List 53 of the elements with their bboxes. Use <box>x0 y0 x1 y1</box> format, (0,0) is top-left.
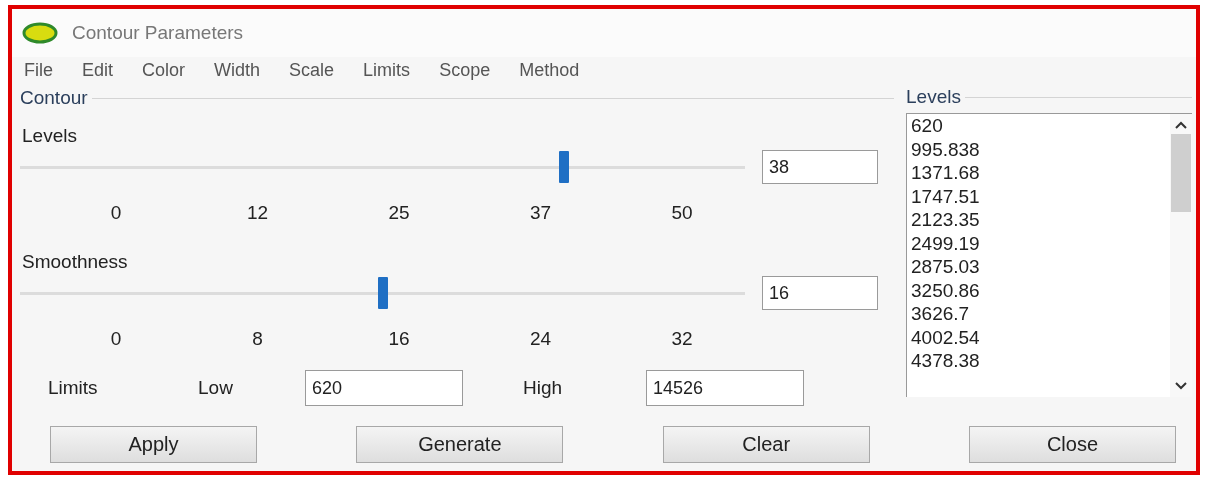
group-title: Contour <box>20 87 88 109</box>
tick-label: 16 <box>387 328 411 350</box>
list-item[interactable]: 1747.51 <box>911 184 1170 208</box>
list-item[interactable]: 2499.19 <box>911 231 1170 255</box>
slider-label: Levels <box>22 125 77 147</box>
menu-item[interactable]: Method <box>511 59 588 81</box>
list-item[interactable]: 3250.86 <box>911 278 1170 302</box>
list-item[interactable]: 4378.38 <box>911 349 1170 373</box>
value-field[interactable]: 38 <box>762 150 878 184</box>
slider-label: Smoothness <box>22 251 128 273</box>
list-item[interactable]: 2123.35 <box>911 208 1170 232</box>
group-title: Levels <box>906 86 961 108</box>
dialog-button[interactable]: Clear <box>662 426 870 463</box>
list-item[interactable]: 1371.68 <box>911 161 1170 185</box>
window-title: Contour Parameters <box>72 22 244 44</box>
tick-label: 8 <box>251 328 264 350</box>
menu-item[interactable]: Limits <box>355 59 419 81</box>
tick-label: 50 <box>670 202 694 224</box>
dialog-button[interactable]: Generate <box>356 426 564 463</box>
slider-track[interactable] <box>20 151 745 183</box>
menu-item[interactable]: Scope <box>431 59 499 81</box>
high-label: High <box>523 377 564 399</box>
menu-item[interactable]: Width <box>206 59 269 81</box>
value-field[interactable]: 16 <box>762 276 878 310</box>
limits-label: Limits <box>48 377 99 399</box>
list-item[interactable]: 620 <box>911 114 1170 138</box>
tick-label: 12 <box>245 202 270 224</box>
menu-item[interactable]: File <box>16 59 61 81</box>
scroll-thumb[interactable] <box>1171 134 1191 212</box>
list-item[interactable]: 4002.54 <box>911 325 1170 349</box>
menu-item[interactable]: Scale <box>281 59 343 81</box>
tick-label: 37 <box>528 202 553 224</box>
list-item[interactable]: 2875.03 <box>911 255 1170 279</box>
dialog-button[interactable]: Close <box>969 426 1176 463</box>
chevron-up-icon[interactable] <box>1174 120 1188 130</box>
low-field[interactable]: 620 <box>305 370 463 406</box>
menu-item[interactable]: Color <box>134 59 194 81</box>
tick-label: 0 <box>109 202 123 224</box>
high-field[interactable]: 14526 <box>646 370 804 406</box>
dialog-button[interactable]: Apply <box>50 426 257 463</box>
slider-track[interactable] <box>20 277 745 309</box>
menu-item[interactable]: Edit <box>74 59 122 81</box>
tick-label: 25 <box>387 202 411 224</box>
tick-label: 32 <box>670 328 694 350</box>
chevron-down-icon[interactable] <box>1174 381 1188 391</box>
slider-thumb[interactable] <box>377 277 388 309</box>
tick-label: 24 <box>528 328 553 350</box>
low-label: Low <box>198 377 234 399</box>
tick-label: 0 <box>109 328 123 350</box>
list-item[interactable]: 3626.7 <box>911 302 1170 326</box>
slider-thumb[interactable] <box>558 151 569 183</box>
list-item[interactable]: 995.838 <box>911 137 1170 161</box>
app-icon <box>22 22 58 44</box>
